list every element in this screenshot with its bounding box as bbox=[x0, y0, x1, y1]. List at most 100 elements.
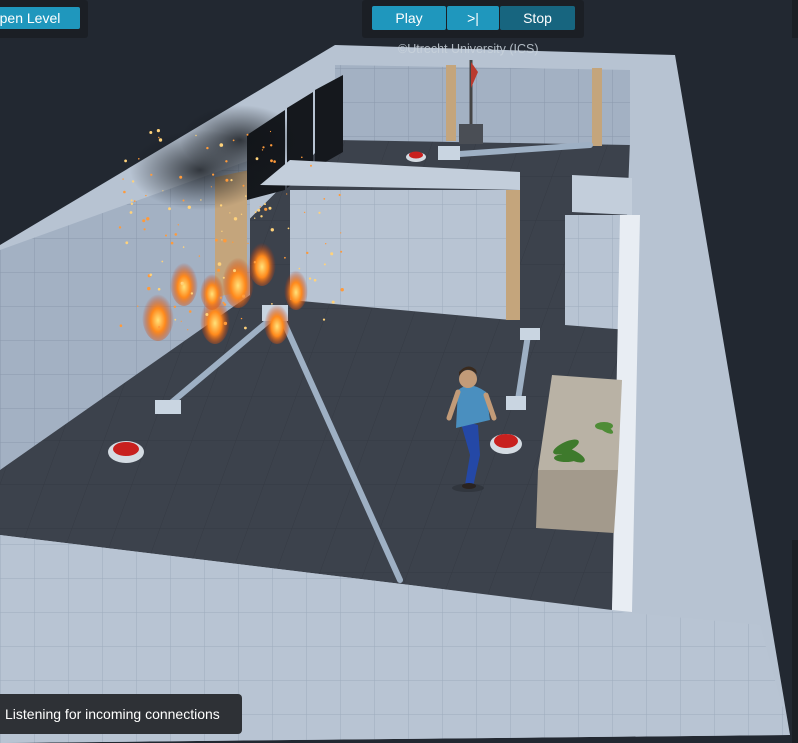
pressure-button-right[interactable] bbox=[490, 434, 522, 454]
spark bbox=[143, 228, 146, 231]
spark bbox=[225, 160, 228, 163]
door-right bbox=[506, 190, 520, 320]
spark bbox=[313, 278, 317, 282]
spark bbox=[174, 233, 178, 236]
spark bbox=[268, 206, 272, 210]
spark bbox=[244, 326, 247, 330]
spark bbox=[158, 136, 160, 139]
spark bbox=[198, 255, 201, 257]
spark bbox=[306, 251, 309, 255]
spark bbox=[168, 207, 171, 211]
spark bbox=[303, 211, 306, 214]
spark bbox=[180, 281, 184, 285]
spark bbox=[157, 287, 161, 291]
spark bbox=[233, 217, 238, 221]
spark bbox=[255, 157, 259, 161]
spark bbox=[259, 206, 261, 208]
spark bbox=[338, 193, 341, 197]
spark bbox=[310, 164, 312, 167]
spark bbox=[125, 241, 129, 245]
spark bbox=[221, 239, 223, 241]
spark bbox=[119, 324, 123, 328]
spark bbox=[221, 230, 223, 232]
spark bbox=[254, 211, 257, 214]
spark bbox=[245, 195, 247, 197]
spark bbox=[232, 241, 234, 243]
spark bbox=[225, 178, 229, 182]
spark bbox=[170, 241, 174, 245]
spark bbox=[118, 226, 122, 229]
spark bbox=[223, 239, 227, 243]
status-message: Listening for incoming connections bbox=[0, 694, 242, 734]
spark bbox=[230, 179, 233, 182]
spark bbox=[150, 173, 153, 176]
spark bbox=[147, 286, 151, 291]
spark bbox=[273, 160, 276, 163]
spark bbox=[162, 190, 164, 192]
spark bbox=[129, 211, 133, 214]
spark bbox=[149, 131, 153, 134]
spark bbox=[137, 305, 139, 307]
spark bbox=[180, 320, 182, 322]
spark bbox=[331, 300, 335, 304]
spark bbox=[222, 301, 225, 304]
spark bbox=[325, 243, 327, 245]
spark bbox=[210, 186, 212, 188]
spark bbox=[212, 173, 215, 176]
spark bbox=[123, 190, 126, 194]
stop-button[interactable]: Stop bbox=[500, 6, 575, 30]
spark bbox=[217, 262, 222, 266]
spark bbox=[253, 261, 257, 264]
spark bbox=[182, 199, 185, 202]
open-level-button[interactable]: pen Level bbox=[0, 7, 80, 29]
spark bbox=[177, 224, 179, 226]
spark bbox=[187, 329, 189, 331]
spark bbox=[242, 184, 245, 187]
spark bbox=[298, 267, 301, 270]
spark bbox=[206, 146, 209, 150]
spark bbox=[173, 305, 177, 308]
spark bbox=[232, 139, 235, 142]
spark bbox=[264, 207, 268, 211]
spark bbox=[219, 143, 224, 147]
spark bbox=[130, 202, 134, 205]
spark bbox=[145, 194, 147, 197]
spark bbox=[271, 303, 273, 305]
right-partition-top bbox=[572, 175, 632, 215]
spark bbox=[270, 159, 273, 163]
spark bbox=[340, 250, 343, 253]
spark bbox=[190, 292, 194, 295]
play-button[interactable]: Play bbox=[372, 6, 446, 30]
door-back-left bbox=[446, 65, 456, 141]
spark bbox=[182, 246, 185, 248]
spark bbox=[264, 203, 266, 206]
spark bbox=[246, 133, 249, 136]
spark bbox=[187, 205, 191, 209]
spark bbox=[174, 318, 177, 321]
spark bbox=[323, 198, 326, 200]
spark bbox=[195, 134, 197, 137]
spark bbox=[130, 199, 133, 202]
spark bbox=[200, 199, 202, 201]
spark bbox=[257, 208, 261, 212]
spark bbox=[219, 204, 223, 207]
spark bbox=[330, 252, 334, 256]
step-button[interactable]: >| bbox=[447, 6, 499, 30]
spark bbox=[158, 326, 161, 329]
spark bbox=[254, 217, 256, 219]
spark bbox=[219, 296, 222, 299]
game-viewport[interactable] bbox=[0, 0, 798, 743]
spark bbox=[215, 238, 218, 242]
spark bbox=[229, 212, 231, 214]
spark bbox=[133, 200, 136, 203]
right-edge-panel-top bbox=[792, 0, 798, 38]
spark bbox=[340, 232, 342, 234]
spark bbox=[146, 217, 150, 221]
spark bbox=[261, 149, 264, 151]
spark bbox=[269, 130, 272, 133]
spark bbox=[247, 242, 249, 245]
right-edge-panel-bottom bbox=[792, 540, 798, 743]
spark bbox=[286, 193, 288, 195]
spark bbox=[240, 317, 243, 320]
pressure-button-left[interactable] bbox=[108, 441, 144, 463]
